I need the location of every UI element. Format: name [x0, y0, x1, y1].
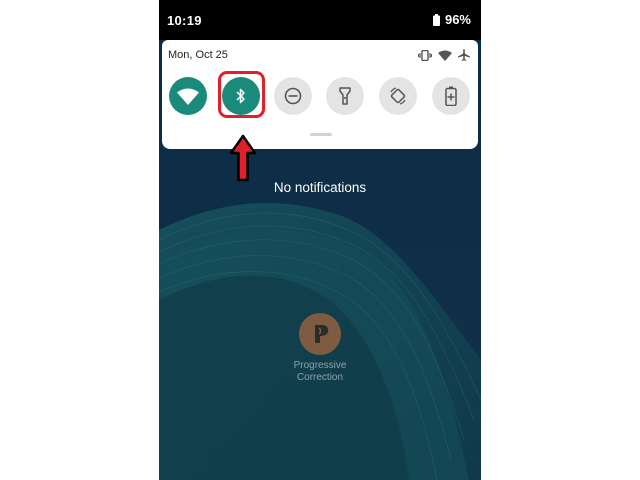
- battery-plus-icon: [445, 86, 457, 106]
- minus-circle-icon: [284, 87, 302, 105]
- watermark-line1: Progressive: [293, 360, 347, 371]
- watermark-emblem: [315, 325, 329, 343]
- no-notifications-label: No notifications: [273, 180, 367, 195]
- flashlight-tile[interactable]: [326, 77, 364, 115]
- pointer-arrow: [229, 134, 257, 182]
- battery-percent: 96%: [444, 12, 471, 27]
- wifi-signal-icon: [438, 50, 452, 61]
- auto-rotate-tile[interactable]: [379, 77, 417, 115]
- vibrate-icon: [418, 49, 432, 61]
- status-bar: 10:19 96%: [159, 0, 481, 40]
- battery-icon: [432, 13, 440, 26]
- date-label: Mon, Oct 25: [168, 49, 228, 61]
- clock: 10:19: [167, 13, 202, 28]
- phone-screen: 10:19 96% Mon, Oct 25 No notifications P…: [159, 0, 481, 480]
- airplane-icon: [458, 49, 470, 61]
- battery-saver-tile[interactable]: [432, 77, 470, 115]
- bluetooth-highlight: [218, 71, 265, 118]
- wifi-tile[interactable]: [169, 77, 207, 115]
- battery-indicator: 96%: [432, 12, 471, 27]
- quick-settings-panel: Mon, Oct 25: [162, 40, 478, 149]
- status-icons: [418, 49, 470, 61]
- panel-drag-handle[interactable]: [310, 133, 332, 136]
- do-not-disturb-tile[interactable]: [274, 77, 312, 115]
- wifi-icon: [177, 88, 199, 105]
- watermark-logo: [299, 313, 341, 355]
- watermark-text: Progressive Correction: [259, 360, 381, 384]
- rotate-icon: [390, 87, 406, 105]
- watermark-line2: Correction: [296, 372, 344, 383]
- flashlight-icon: [339, 87, 351, 105]
